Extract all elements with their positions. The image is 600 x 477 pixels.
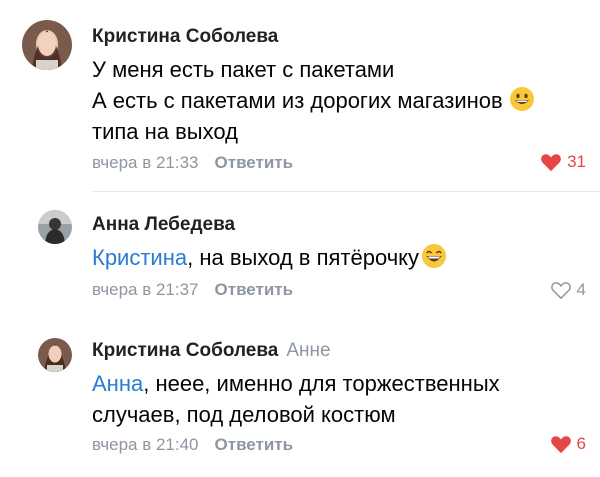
comment-text-line: типа на выход	[92, 119, 238, 144]
grinning-emoji-icon	[509, 87, 534, 111]
author-name[interactable]: Кристина Соболева	[92, 340, 278, 361]
like-button[interactable]: 4	[550, 280, 586, 300]
like-count: 31	[567, 152, 586, 171]
heart-outline-icon	[550, 282, 571, 300]
comment-text-line: А есть с пакетами из дорогих магазинов	[92, 85, 535, 116]
grinning-emoji-icon	[422, 244, 447, 268]
comment-text-fragment: , на выход в пятёрочку	[187, 245, 420, 270]
reply-button[interactable]: Ответить	[215, 280, 294, 299]
comment-text-line: случаев, под деловой костюм	[92, 402, 396, 427]
avatar[interactable]	[22, 20, 72, 70]
like-count: 4	[576, 280, 586, 299]
like-count: 6	[576, 434, 586, 453]
comment-text-line: Анна, неее, именно для торжественных	[92, 368, 500, 399]
comment-time: вчера в 21:33	[92, 153, 199, 172]
comment-text-line: Кристина, на выход в пятёрочку	[92, 242, 447, 273]
heart-filled-icon	[541, 154, 561, 172]
like-button[interactable]: 31	[540, 152, 586, 172]
comment-meta: вчера в 21:40 Ответить	[92, 435, 293, 455]
comment-author[interactable]: Анна Лебедева	[92, 214, 235, 236]
heart-filled-icon	[550, 436, 571, 454]
comment-text-line: У меня есть пакет с пакетами	[92, 57, 395, 82]
avatar[interactable]	[38, 338, 72, 372]
comment-3: Кристина Соболева Анне Анна, неее, именно…	[0, 322, 600, 477]
comment-time: вчера в 21:37	[92, 280, 199, 299]
reply-to-label[interactable]: Анне	[286, 340, 330, 361]
comment-text-fragment: , неее, именно для торжественных	[143, 371, 500, 396]
comment-text-fragment: А есть с пакетами из дорогих магазинов	[92, 88, 503, 113]
comment-author[interactable]: Кристина Соболева	[92, 26, 278, 48]
mention-link[interactable]: Анна	[92, 371, 143, 396]
reply-button[interactable]: Ответить	[215, 435, 294, 454]
comment-author[interactable]: Кристина Соболева Анне	[92, 340, 331, 362]
comment-1: Кристина Соболева У меня есть пакет с па…	[0, 0, 600, 190]
comment-meta: вчера в 21:37 Ответить	[92, 280, 293, 300]
mention-link[interactable]: Кристина	[92, 245, 187, 270]
avatar[interactable]	[38, 210, 72, 244]
author-name[interactable]: Анна Лебедева	[92, 214, 235, 235]
comment-meta: вчера в 21:33 Ответить	[92, 153, 293, 173]
like-button[interactable]: 6	[550, 434, 586, 454]
comment-time: вчера в 21:40	[92, 435, 199, 454]
reply-button[interactable]: Ответить	[215, 153, 294, 172]
author-name[interactable]: Кристина Соболева	[92, 26, 278, 47]
comment-2: Анна Лебедева Кристина, на выход в пятёр…	[0, 192, 600, 322]
